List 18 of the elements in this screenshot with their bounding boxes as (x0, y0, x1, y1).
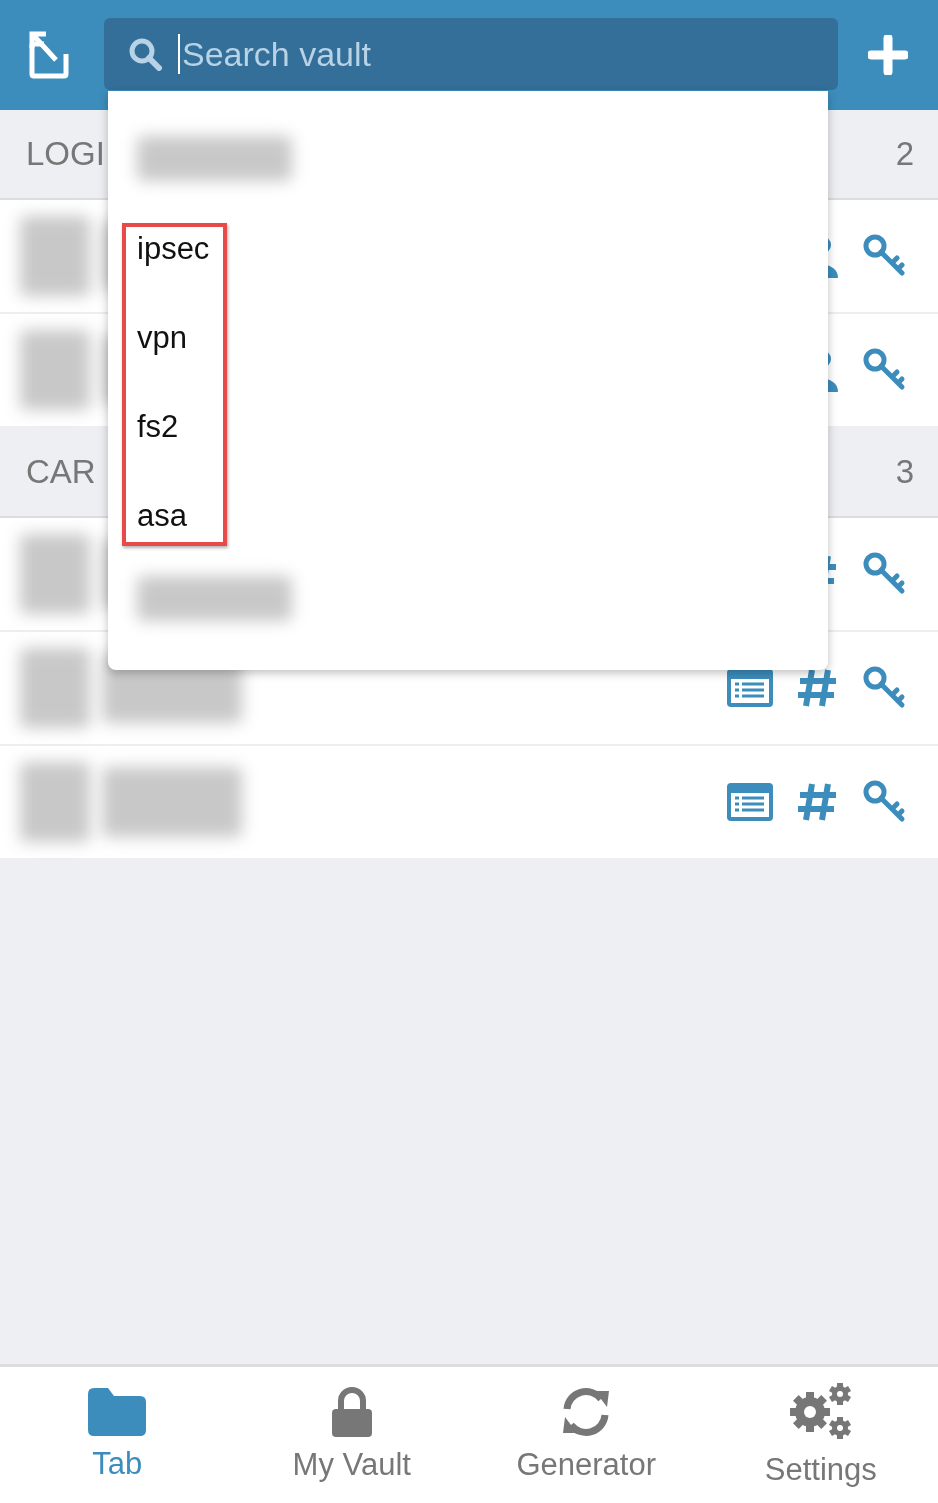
add-icon[interactable] (868, 35, 908, 75)
vault-item-row[interactable] (0, 746, 938, 860)
suggestion-item[interactable]: vpn (137, 320, 210, 356)
search-bar[interactable]: Search vault (104, 18, 838, 90)
section-count: 2 (895, 135, 914, 173)
card-icon[interactable] (726, 782, 774, 822)
section-title: LOGI (26, 135, 105, 173)
suggestion-item[interactable]: fs2 (137, 409, 210, 445)
card-icon[interactable] (726, 668, 774, 708)
settings-icon (787, 1382, 854, 1442)
suggestion-item[interactable]: ipsec (137, 231, 210, 267)
suggestion-item[interactable]: asa (137, 498, 210, 534)
folder-icon (88, 1388, 147, 1436)
section-count: 3 (895, 453, 914, 491)
key-icon[interactable] (862, 233, 908, 279)
section-title: CAR (26, 453, 96, 491)
search-icon (128, 37, 162, 71)
lock-icon (331, 1387, 372, 1437)
